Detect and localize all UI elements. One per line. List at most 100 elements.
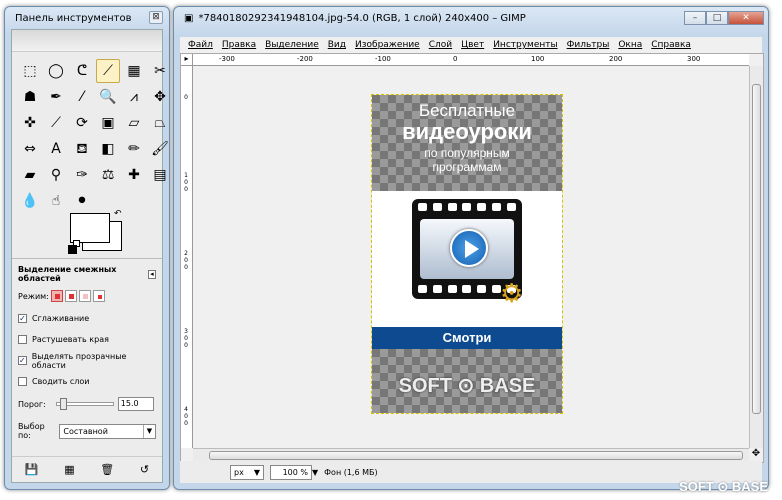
mode-intersect-icon[interactable] <box>92 290 105 302</box>
perspective-clone-icon[interactable]: ▤ <box>148 163 169 187</box>
close-button[interactable]: ✕ <box>728 11 764 25</box>
blend-icon[interactable]: ◧ <box>96 137 120 161</box>
threshold-slider-thumb[interactable] <box>60 398 68 410</box>
minimize-button[interactable]: – <box>684 11 706 25</box>
toolbox-title: Панель инструментов <box>15 12 132 24</box>
dropdown-arrow-icon[interactable]: ▼ <box>143 424 155 438</box>
menu-4[interactable]: Изображение <box>355 40 420 50</box>
smudge-icon[interactable]: ☝ <box>44 189 68 213</box>
vertical-ruler[interactable]: 0 100 200 300 400 <box>181 66 193 448</box>
scissors-icon[interactable]: ✂ <box>148 59 169 83</box>
antialias-checkbox[interactable]: ✓ Сглаживание <box>18 314 156 323</box>
toolbox-panel: ⬚ ◯ ᕦ ⟋ ▦ ✂ ☗ ✒ ⁄ 🔍 ⩘ ✥ ✜ ⟋ ⟳ ▣ ▱ ⏢ ⇔ A ⛾ ◧ ✏ 🖌 ▰ ⚲ ✑ ⚖ ✚ ▤ 💧 ☝ ⚫ ↶ Выде… <box>11 29 169 483</box>
menu-9[interactable]: Окна <box>618 40 642 50</box>
options-collapse-icon[interactable]: ◂ <box>147 269 156 279</box>
reset-options-icon[interactable]: ↺ <box>140 463 149 476</box>
toolbox-close-button[interactable]: ⊠ <box>149 11 163 24</box>
threshold-label: Порог: <box>18 399 46 409</box>
layer-status: Фон (1,6 МБ) <box>324 467 378 477</box>
feather-checkbox[interactable]: Растушевать края <box>18 335 156 344</box>
threshold-spinbox[interactable]: 15.0 <box>117 397 154 411</box>
shear-icon[interactable]: ▱ <box>122 111 146 135</box>
move-icon[interactable]: ✥ <box>148 85 169 109</box>
default-colors-icon[interactable] <box>68 245 77 254</box>
zoom-field[interactable]: 100 % <box>270 464 312 480</box>
select-by-value: Составной <box>63 426 108 436</box>
airbrush-icon[interactable]: ⚲ <box>44 163 68 187</box>
mode-add-icon[interactable] <box>64 290 77 302</box>
select-by-color-icon[interactable]: ▦ <box>122 59 146 83</box>
ink-icon[interactable]: ✑ <box>70 163 94 187</box>
perspective-icon[interactable]: ⏢ <box>148 111 169 135</box>
paths-icon[interactable]: ✒ <box>44 85 68 109</box>
foreground-select-icon[interactable]: ☗ <box>18 85 42 109</box>
hruler-label: -200 <box>297 55 313 63</box>
zoom-icon[interactable]: 🔍 <box>96 85 120 109</box>
free-select-icon[interactable]: ᕦ <box>70 59 94 83</box>
menu-1[interactable]: Правка <box>222 40 256 50</box>
checkmark-icon[interactable]: ✓ <box>18 314 27 323</box>
menu-6[interactable]: Цвет <box>461 40 484 50</box>
select-by-dropdown[interactable]: Составной ▼ <box>59 423 156 439</box>
navigate-icon[interactable]: ✥ <box>749 448 763 462</box>
menu-3[interactable]: Вид <box>328 40 346 50</box>
flip-icon[interactable]: ⇔ <box>18 137 42 161</box>
color-selector[interactable]: ↶ <box>68 209 126 254</box>
wilber-logo-strip <box>12 30 162 52</box>
threshold-slider[interactable] <box>55 398 114 410</box>
blur-icon[interactable]: 💧 <box>18 189 42 213</box>
rect-select-icon[interactable]: ⬚ <box>18 59 42 83</box>
dropdown-arrow-icon[interactable]: ▼ <box>254 468 260 477</box>
vertical-scroll-thumb[interactable] <box>752 84 761 414</box>
menu-8[interactable]: Фильтры <box>567 40 610 50</box>
mode-subtract-icon[interactable] <box>78 290 91 302</box>
color-picker-icon[interactable]: ⁄ <box>70 85 94 109</box>
delete-options-icon[interactable]: 🗑 <box>100 463 114 476</box>
image-titlebar[interactable]: ▣ *7840180292341948104.jpg-54.0 (RGB, 1 … <box>174 7 768 29</box>
crop-icon[interactable]: ⟋ <box>44 111 68 135</box>
heal-icon[interactable]: ✚ <box>122 163 146 187</box>
horizontal-scroll-thumb[interactable] <box>209 451 743 460</box>
canvas-area[interactable]: ▸ -300 -200 -100 0 100 200 300 400 0 100 200 300 40… <box>180 53 764 463</box>
menu-7[interactable]: Инструменты <box>493 40 557 50</box>
vertical-scrollbar[interactable] <box>749 66 763 448</box>
zoom-dropdown-icon[interactable]: ▼ <box>312 468 318 477</box>
mode-replace-icon[interactable] <box>50 290 63 302</box>
menu-2[interactable]: Выделение <box>265 40 319 50</box>
menu-0[interactable]: Файл <box>188 40 213 50</box>
checkbox-empty-icon[interactable] <box>18 377 27 386</box>
dodge-burn-icon[interactable]: ⚫ <box>70 189 94 213</box>
ellipse-select-icon[interactable]: ◯ <box>44 59 68 83</box>
rotate-icon[interactable]: ⟳ <box>70 111 94 135</box>
pencil-icon[interactable]: ✏ <box>122 137 146 161</box>
quick-mask-corner-icon[interactable]: ▸ <box>181 54 193 66</box>
restore-options-icon[interactable]: ▦ <box>64 463 74 476</box>
unit-selector[interactable]: px ▼ <box>230 464 264 480</box>
merged-checkbox[interactable]: Сводить слои <box>18 377 156 386</box>
align-icon[interactable]: ✜ <box>18 111 42 135</box>
swap-colors-icon[interactable]: ↶ <box>114 209 122 219</box>
measure-icon[interactable]: ⩘ <box>122 85 146 109</box>
horizontal-scrollbar[interactable] <box>193 448 749 462</box>
maximize-button[interactable]: □ <box>706 11 728 25</box>
clone-icon[interactable]: ⚖ <box>96 163 120 187</box>
horizontal-ruler[interactable]: -300-200-1000100200300400 <box>193 54 749 66</box>
scale-icon[interactable]: ▣ <box>96 111 120 135</box>
toolbox-titlebar[interactable]: Панель инструментов ⊠ <box>5 7 169 29</box>
menu-5[interactable]: Слой <box>429 40 452 50</box>
save-options-icon[interactable]: 💾 <box>25 463 39 476</box>
window-controls: – □ ✕ <box>684 11 764 25</box>
image-canvas[interactable]: Бесплатные видеоуроки по популярным прог… <box>371 94 563 414</box>
bucket-fill-icon[interactable]: ⛾ <box>70 137 94 161</box>
threshold-row: Порог: 15.0 <box>18 397 156 411</box>
tool-grid: ⬚ ◯ ᕦ ⟋ ▦ ✂ ☗ ✒ ⁄ 🔍 ⩘ ✥ ✜ ⟋ ⟳ ▣ ▱ ⏢ ⇔ A ⛾ ◧ ✏ 🖌 ▰ ⚲ ✑ ⚖ ✚ ▤ 💧 ☝ ⚫ <box>18 59 169 215</box>
foreground-color-swatch[interactable] <box>70 213 110 243</box>
fuzzy-select-icon[interactable]: ⟋ <box>96 59 120 83</box>
text-icon[interactable]: A <box>44 137 68 161</box>
transparent-checkbox[interactable]: ✓ Выделять прозрачные области <box>18 352 156 370</box>
paintbrush-icon[interactable]: 🖌 <box>148 137 169 161</box>
eraser-icon[interactable]: ▰ <box>18 163 42 187</box>
checkmark-icon[interactable]: ✓ <box>18 356 27 365</box>
checkbox-empty-icon[interactable] <box>18 335 27 344</box>
menu-10[interactable]: Справка <box>651 40 691 50</box>
